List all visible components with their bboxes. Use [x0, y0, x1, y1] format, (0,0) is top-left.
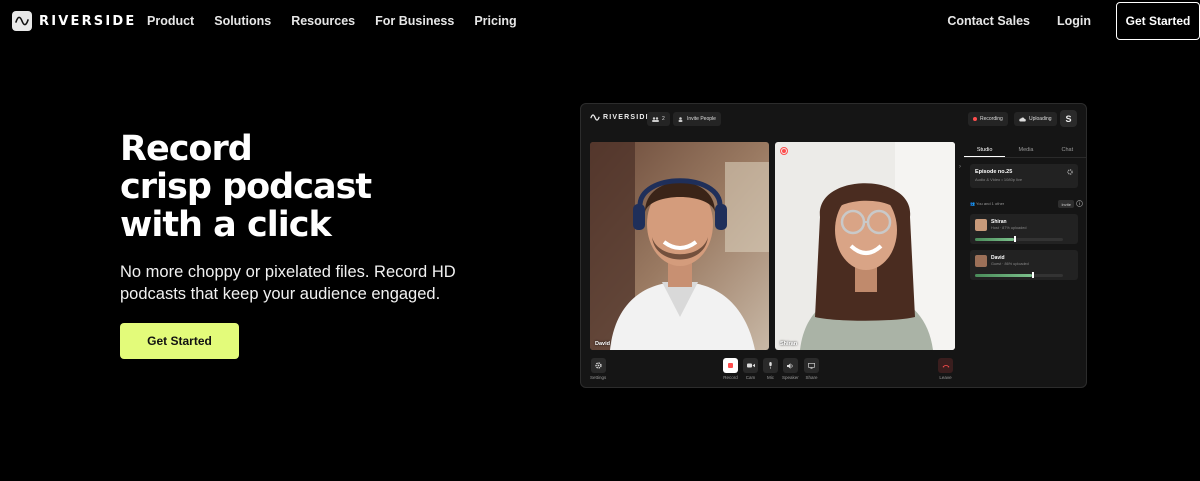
- nav-right: Contact Sales Login Get Started: [947, 0, 1200, 42]
- mic-label: Mic: [767, 375, 774, 380]
- tab-chat[interactable]: Chat: [1047, 142, 1086, 157]
- people-icon: [652, 116, 659, 122]
- hero-title-line-1: Record: [120, 129, 253, 169]
- participants-pill[interactable]: 2: [647, 112, 670, 126]
- tile-name-david: David: [595, 341, 610, 347]
- hero-title: Record crisp podcast with a click: [120, 129, 372, 245]
- upload-progress-fill: [975, 274, 1032, 277]
- participants-summary: 👥 You and 1 other: [970, 201, 1004, 206]
- side-tabs: Studio Media Chat: [964, 142, 1086, 158]
- riverside-logo[interactable]: RIVERSIDE: [12, 11, 136, 31]
- participant-meta: Guest · 86% uploaded: [991, 262, 1029, 266]
- app-top-bar: RIVERSIDE 2 Invite People Recording Uplo…: [581, 104, 1086, 134]
- participant-card-david[interactable]: David Guest · 86% uploaded: [970, 250, 1078, 280]
- episode-subtitle: Audio & Video • 1080p live: [975, 177, 1023, 182]
- nav-links: Product Solutions Resources For Business…: [147, 14, 517, 28]
- hero-get-started-button[interactable]: Get Started: [120, 323, 239, 359]
- login-link[interactable]: Login: [1057, 14, 1091, 28]
- app-logo-text: RIVERSIDE: [603, 114, 652, 121]
- leave-control[interactable]: Leave: [938, 358, 953, 380]
- side-invite-button[interactable]: Invite: [1058, 200, 1074, 208]
- participant-name: David: [991, 255, 1005, 261]
- invite-people-button[interactable]: Invite People: [673, 112, 721, 126]
- cam-label: Cam: [745, 375, 756, 380]
- hero-title-line-2: crisp podcast: [120, 167, 372, 207]
- video-tile-shiran: Shiran: [775, 142, 955, 350]
- mic-icon: [763, 358, 778, 373]
- share-control[interactable]: Share: [804, 358, 819, 380]
- episode-title: Episode no.25: [975, 169, 1013, 175]
- people-small-icon: 👥: [970, 201, 975, 206]
- logo-wave-icon: [12, 11, 32, 31]
- hero-subtitle: No more choppy or pixelated files. Recor…: [120, 263, 456, 303]
- upload-progress-knob: [1014, 236, 1016, 242]
- app-logo: RIVERSIDE: [590, 114, 652, 121]
- screen-share-icon: [804, 358, 819, 373]
- recording-dot-icon: [973, 117, 977, 121]
- chevron-right-icon[interactable]: ›: [959, 164, 961, 170]
- studio-side-panel: Studio Media Chat Episode no.25 Audio & …: [964, 142, 1086, 387]
- upload-progress-knob: [1032, 272, 1034, 278]
- record-control[interactable]: Record: [723, 358, 738, 380]
- speaker-control[interactable]: Speaker: [782, 358, 799, 380]
- cloud-icon: [1019, 116, 1026, 121]
- upload-progress-fill: [975, 238, 1014, 241]
- invite-people-label: Invite People: [687, 116, 716, 122]
- user-avatar[interactable]: S: [1060, 110, 1077, 127]
- participant-name: Shiran: [991, 219, 1007, 225]
- hero-title-line-3: with a click: [120, 205, 332, 245]
- nav-link-product[interactable]: Product: [147, 14, 194, 28]
- record-label: Record: [723, 375, 738, 380]
- tile-recording-icon: [780, 147, 788, 155]
- you-and-other-label: You and 1 other: [976, 201, 1005, 206]
- participant-meta: Host · 87% uploaded: [991, 226, 1027, 230]
- uploading-status-pill: Uploading: [1014, 112, 1057, 126]
- mic-control[interactable]: Mic: [763, 358, 778, 380]
- logo-text: RIVERSIDE: [39, 13, 137, 29]
- add-user-icon: [678, 116, 683, 122]
- uploading-label: Uploading: [1029, 116, 1052, 122]
- cam-control[interactable]: Cam: [743, 358, 758, 380]
- nav-link-for-business[interactable]: For Business: [375, 14, 454, 28]
- contact-sales-link[interactable]: Contact Sales: [947, 14, 1030, 28]
- info-icon[interactable]: [1076, 200, 1083, 207]
- gear-icon: [590, 358, 606, 373]
- episode-card[interactable]: Episode no.25 Audio & Video • 1080p live: [970, 164, 1078, 188]
- settings-control[interactable]: Settings: [590, 358, 606, 380]
- app-logo-wave-icon: [590, 114, 600, 121]
- avatar: [975, 255, 987, 267]
- record-icon: [723, 358, 738, 373]
- share-label: Share: [805, 375, 818, 380]
- participant-card-shiran[interactable]: Shiran Host · 87% uploaded: [970, 214, 1078, 244]
- tab-studio[interactable]: Studio: [964, 142, 1006, 157]
- studio-app-preview: RIVERSIDE 2 Invite People Recording Uplo…: [580, 103, 1087, 388]
- nav-link-resources[interactable]: Resources: [291, 14, 355, 28]
- david-video-image: [590, 142, 769, 350]
- speaker-label: Speaker: [782, 375, 799, 380]
- avatar: [975, 219, 987, 231]
- episode-settings-icon[interactable]: [1067, 169, 1073, 175]
- nav-get-started-button[interactable]: Get Started: [1116, 2, 1200, 40]
- nav-link-solutions[interactable]: Solutions: [214, 14, 271, 28]
- camera-icon: [743, 358, 758, 373]
- nav-link-pricing[interactable]: Pricing: [474, 14, 516, 28]
- top-navigation: RIVERSIDE Product Solutions Resources Fo…: [0, 0, 1200, 42]
- participant-david: David Guest · 86% uploaded: [975, 255, 1029, 267]
- participant-count: 2: [662, 116, 665, 122]
- video-tile-david: David: [590, 142, 769, 350]
- leave-label: Leave: [939, 375, 952, 380]
- recording-label: Recording: [980, 116, 1003, 122]
- participant-shiran: Shiran Host · 87% uploaded: [975, 219, 1026, 231]
- tile-name-shiran: Shiran: [780, 341, 798, 347]
- hang-up-icon: [938, 358, 953, 373]
- settings-label: Settings: [590, 375, 607, 380]
- shiran-video-image: [775, 142, 955, 350]
- tab-media[interactable]: Media: [1005, 142, 1046, 157]
- speaker-icon: [782, 358, 798, 373]
- recording-status-pill: Recording: [968, 112, 1008, 126]
